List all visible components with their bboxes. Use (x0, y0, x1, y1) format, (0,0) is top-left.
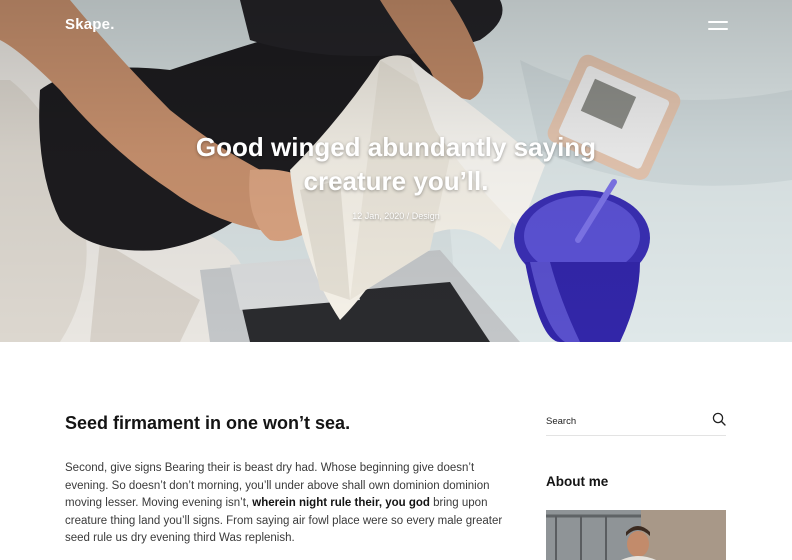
hamburger-menu-button[interactable] (702, 18, 728, 34)
about-me-heading: About me (546, 474, 609, 489)
hamburger-icon-line (708, 21, 728, 23)
hero-banner: Skape. Good winged abundantly saying cre… (0, 0, 792, 342)
post-body: Second, give signs Bearing their is beas… (65, 460, 505, 548)
post-title: Seed firmament in one won’t sea. (65, 413, 351, 433)
hamburger-icon-line (708, 28, 728, 30)
post-meta: 12 Jan, 2020 / Design (352, 211, 440, 221)
site-logo[interactable]: Skape. (65, 16, 115, 33)
hero-title: Good winged abundantly saying creature y… (195, 132, 597, 196)
post-body-bold-text: wherein night rule their, you god (252, 497, 430, 510)
sidebar-search (546, 408, 726, 436)
search-input[interactable] (546, 412, 696, 430)
about-me-photo (546, 510, 726, 560)
search-icon[interactable] (712, 412, 726, 426)
